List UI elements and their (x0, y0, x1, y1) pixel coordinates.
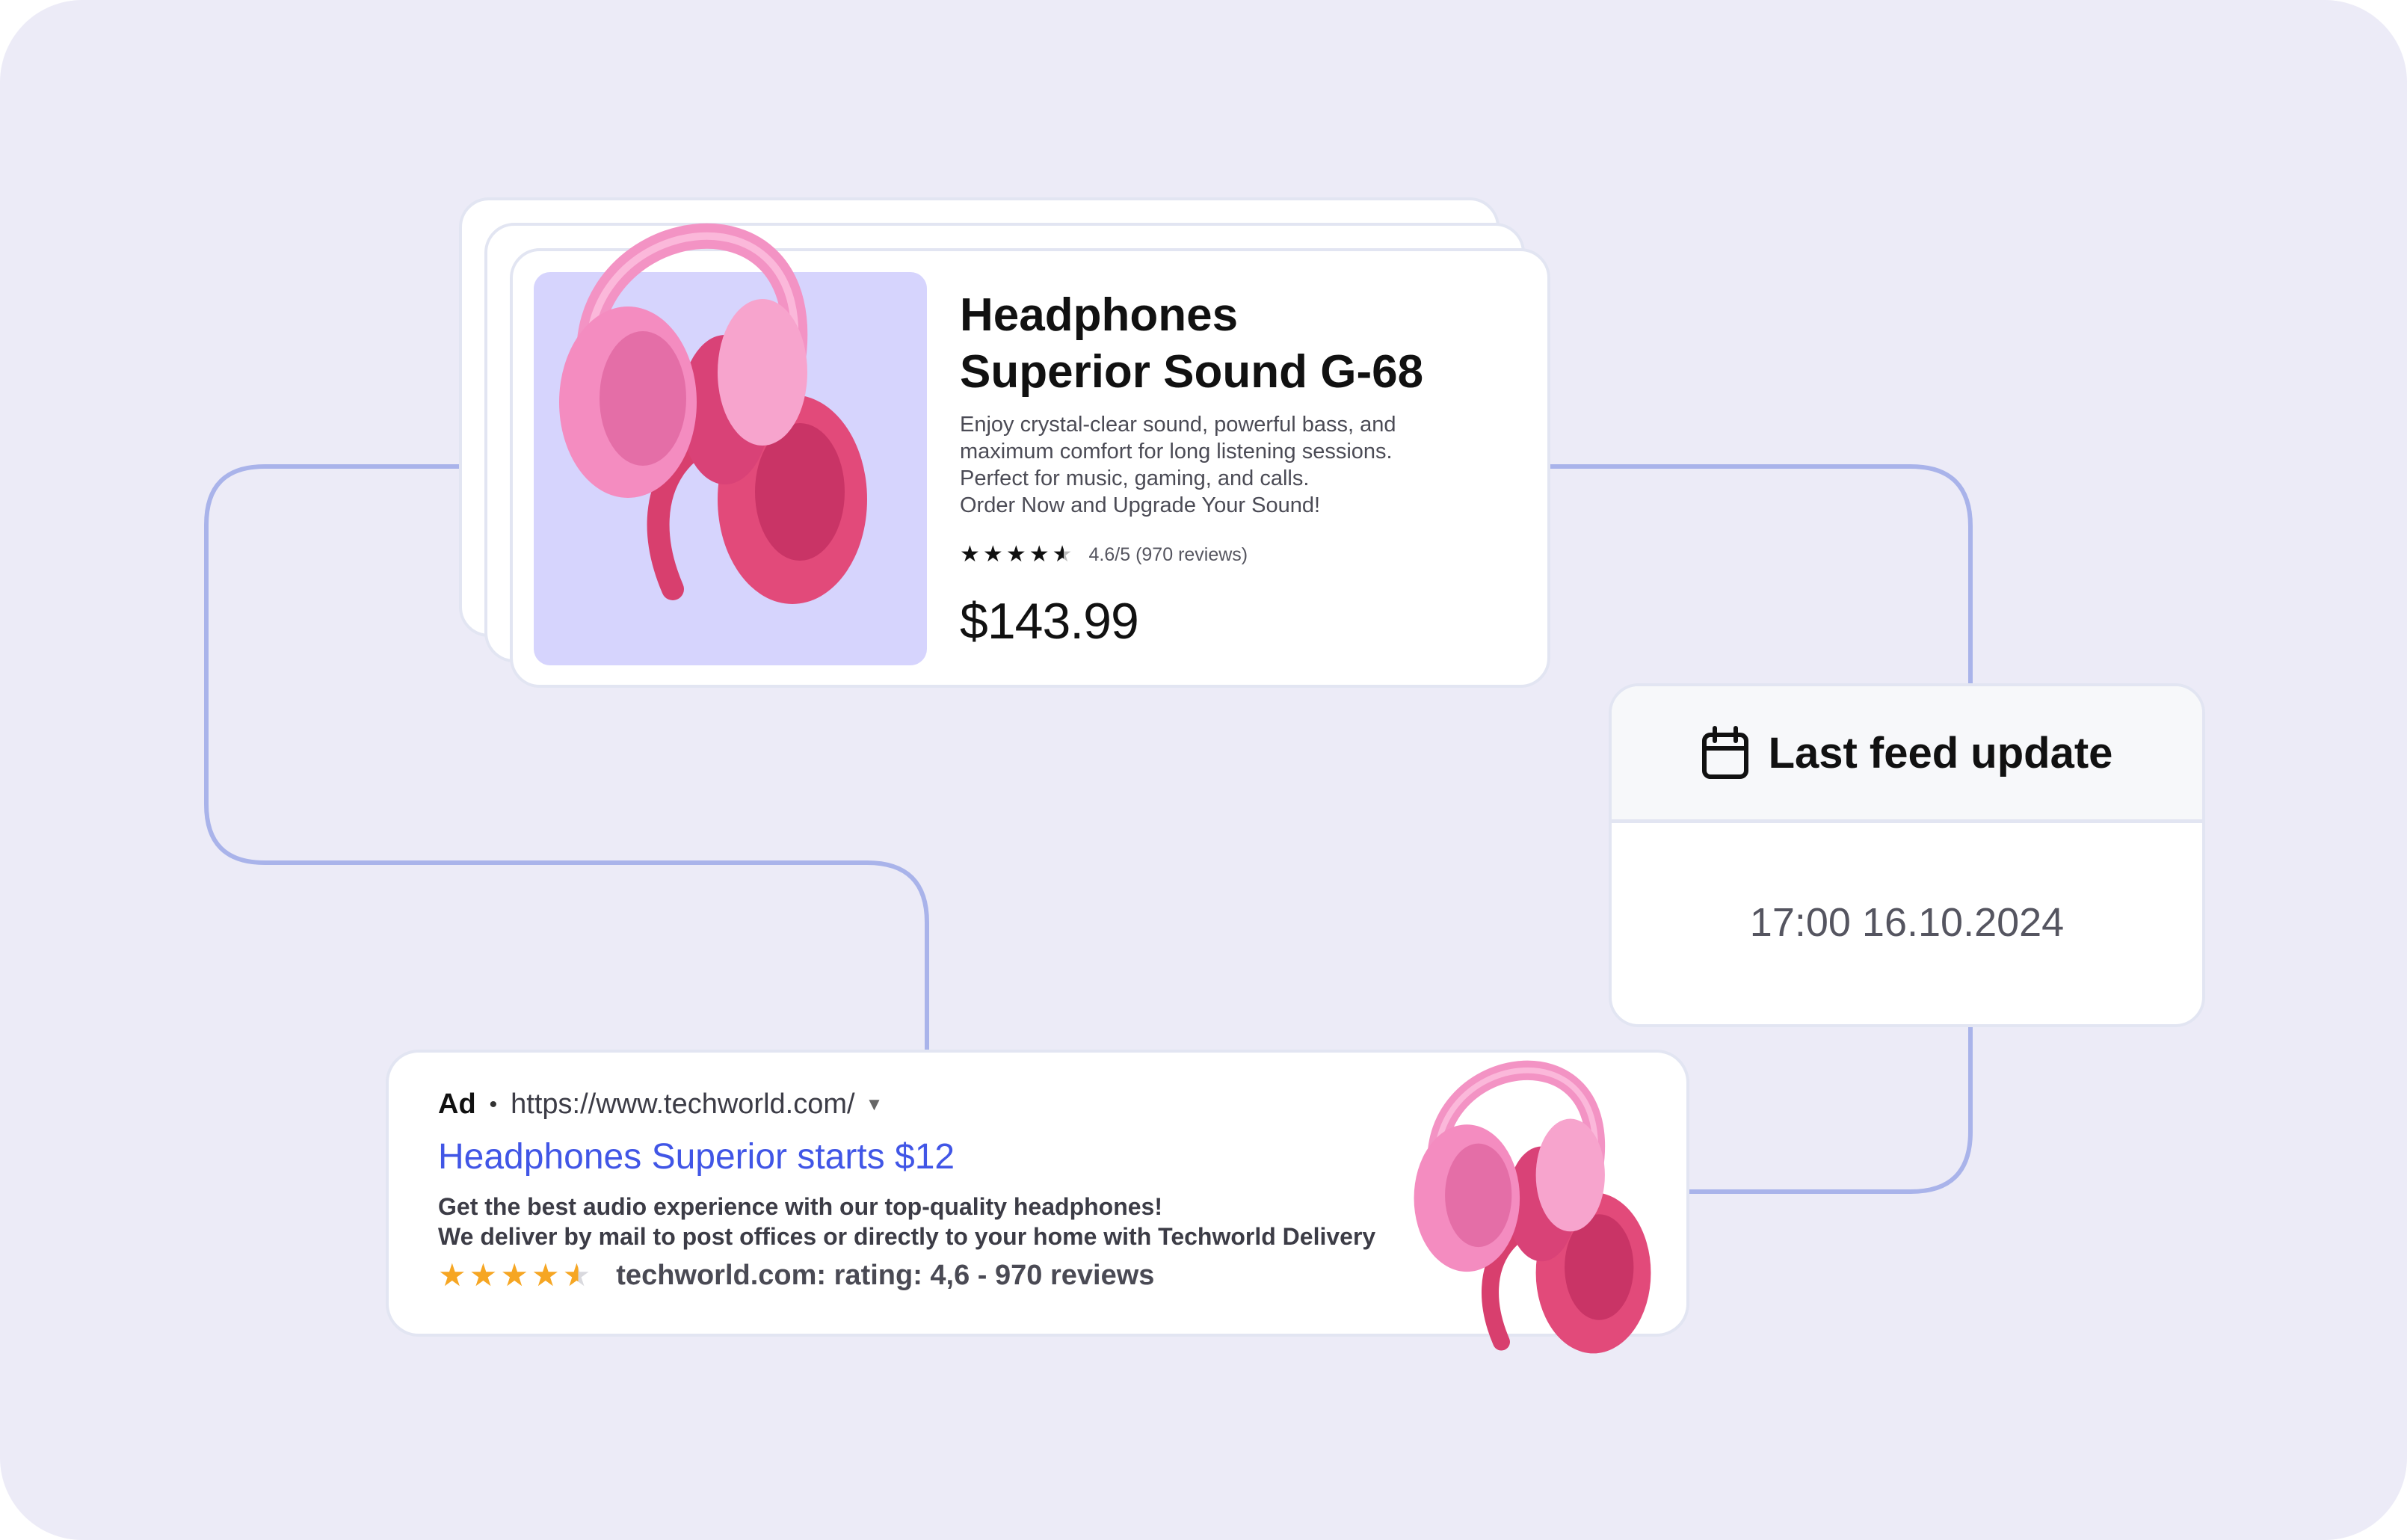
product-price: $143.99 (960, 593, 1139, 650)
star-icon: ★ (500, 1257, 528, 1293)
calendar-icon (1701, 726, 1748, 779)
chevron-down-icon[interactable]: ▼ (866, 1094, 884, 1115)
connector-right-bottom (1683, 1021, 1973, 1194)
feed-update-header: Last feed update (1612, 686, 2202, 823)
star-icon: ★ (438, 1257, 466, 1293)
star-icon: ★ (1029, 542, 1050, 567)
ad-label: Ad (438, 1088, 476, 1120)
ad-description-line: Get the best audio experience with our t… (438, 1193, 1162, 1220)
ad-headline-link[interactable]: Headphones Superior starts $12 (438, 1136, 955, 1177)
feed-update-card: Last feed update 17:00 16.10.2024 (1609, 683, 2205, 1027)
ad-headphones-image (1414, 1060, 1651, 1354)
product-title-line2: Superior Sound G-68 (960, 346, 1424, 398)
product-description: Enjoy crystal-clear sound, powerful bass… (960, 411, 1513, 519)
star-icon: ★ (531, 1257, 560, 1293)
star-icon: ★ (1005, 542, 1026, 567)
star-icon: ★ (982, 542, 1003, 567)
feed-update-title: Last feed update (1768, 728, 2113, 777)
product-title: Headphones Superior Sound G-68 (960, 287, 1513, 401)
ad-rating: ★ ★ ★ ★ ★ techworld.com: rating: 4,6 - 9… (438, 1259, 1154, 1292)
feed-update-timestamp: 17:00 16.10.2024 (1749, 899, 2065, 945)
half-star-icon: ★ (562, 1257, 591, 1293)
product-star-rating: ★ ★ ★ ★ ★ (960, 543, 1073, 567)
canvas: Headphones Superior Sound G-68 Enjoy cry… (0, 0, 2407, 1540)
product-description-line: Enjoy crystal-clear sound, powerful bass… (960, 413, 1396, 437)
product-title-line1: Headphones (960, 289, 1239, 341)
ad-url-link[interactable]: https://www.techworld.com/ (511, 1088, 854, 1121)
star-icon: ★ (469, 1257, 498, 1293)
product-description-line: Perfect for music, gaming, and calls. (960, 466, 1310, 490)
product-description-line: maximum comfort for long listening sessi… (960, 440, 1393, 463)
star-icon: ★ (960, 542, 980, 567)
ad-description-line: We deliver by mail to post offices or di… (438, 1223, 1376, 1250)
product-rating-text: 4.6/5 (970 reviews) (1088, 543, 1248, 565)
separator-dot: • (489, 1091, 498, 1117)
product-description-line: Order Now and Upgrade Your Sound! (960, 493, 1321, 517)
ad-rating-text: techworld.com: rating: 4,6 - 970 reviews (616, 1259, 1155, 1291)
ad-header: Ad • https://www.techworld.com/ ▼ (438, 1088, 883, 1121)
ad-description: Get the best audio experience with our t… (438, 1192, 1410, 1251)
headphones-image (559, 223, 867, 604)
connector-right-top (1544, 464, 1973, 683)
product-rating: ★ ★ ★ ★ ★ 4.6/5 (970 reviews) (960, 543, 1248, 567)
ad-star-rating: ★ ★ ★ ★ ★ (438, 1259, 591, 1292)
half-star-icon: ★ (1052, 542, 1073, 567)
